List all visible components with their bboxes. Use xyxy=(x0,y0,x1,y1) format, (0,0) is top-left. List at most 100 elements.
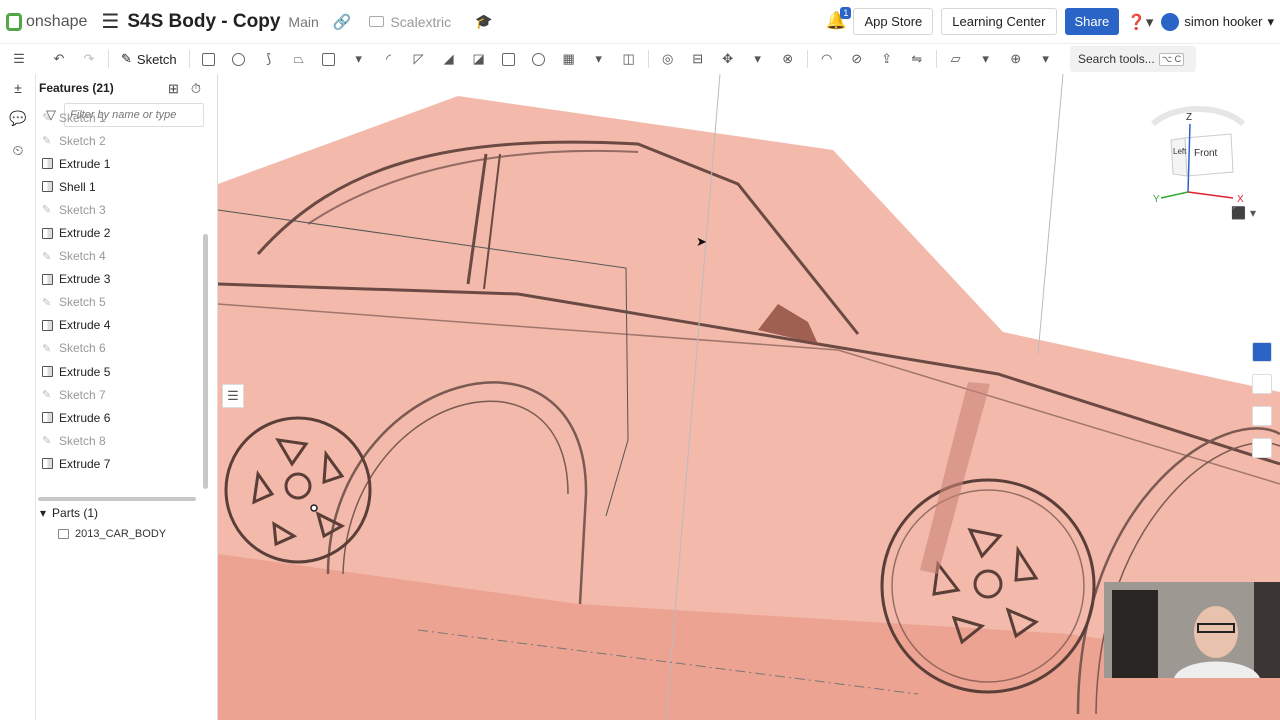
plane-icon[interactable]: ▱ xyxy=(947,51,965,67)
replace-face-icon[interactable]: ⇋ xyxy=(908,51,926,67)
graphics-viewport[interactable]: ☰ Z Front Left X Y ⬛ ▾ ➤ xyxy=(218,74,1280,720)
feature-list-item[interactable]: ✎ Sketch 1 xyxy=(36,106,204,129)
notifications-bell-icon[interactable]: 🔔 1 xyxy=(825,6,852,33)
mirror-icon[interactable]: ◫ xyxy=(620,51,638,67)
learning-cap-icon[interactable]: 🎓 xyxy=(475,13,492,30)
user-menu[interactable]: simon hooker ▾ xyxy=(1161,12,1274,31)
feature-list-item[interactable]: ✎ Sketch 3 xyxy=(36,198,204,221)
feature-list-item[interactable]: Extrude 5 xyxy=(36,360,204,383)
feature-list-item[interactable]: ✎ Sketch 7 xyxy=(36,383,204,406)
configurations-icon[interactable]: ± xyxy=(9,80,27,96)
feature-list-item[interactable]: ✎ Sketch 6 xyxy=(36,337,204,360)
feature-list-item[interactable]: Extrude 7 xyxy=(36,452,204,475)
webcam-overlay xyxy=(1104,582,1280,678)
fillet-icon[interactable]: ◜ xyxy=(380,51,398,67)
feature-list-toggle-icon[interactable]: ☰ xyxy=(10,51,28,67)
chevron-down-icon[interactable]: ▾ xyxy=(350,51,368,67)
app-name: onshape xyxy=(26,12,88,30)
branch-label[interactable]: Main xyxy=(288,14,318,30)
rib-icon[interactable]: ◪ xyxy=(470,51,488,67)
feature-list-item[interactable]: Extrude 1 xyxy=(36,152,204,175)
appearance-panel-icon[interactable] xyxy=(1252,342,1272,362)
thicken-icon[interactable] xyxy=(320,51,338,67)
folder-icon xyxy=(369,16,385,27)
delete-part-icon[interactable]: ⊗ xyxy=(779,51,797,67)
feature-list-expand-icon[interactable]: ☰ xyxy=(222,384,244,408)
feature-list-item[interactable]: Shell 1 xyxy=(36,175,204,198)
add-folder-icon[interactable]: ⊞ xyxy=(168,81,179,97)
feature-icon xyxy=(42,319,53,331)
feature-list-item[interactable]: ✎ Sketch 2 xyxy=(36,129,204,152)
document-title[interactable]: S4S Body - Copy xyxy=(127,11,280,33)
chamfer-icon[interactable]: ◸ xyxy=(410,51,428,67)
split-icon[interactable]: ⊟ xyxy=(689,51,707,67)
chevron-down-icon[interactable]: ▾ xyxy=(1037,51,1055,67)
view-cube-front-label: Front xyxy=(1194,148,1218,159)
shell-icon[interactable] xyxy=(500,51,518,67)
sketch-point xyxy=(310,504,318,512)
chevron-down-icon[interactable]: ▾ xyxy=(590,51,608,67)
feature-list-item[interactable]: Extrude 6 xyxy=(36,406,204,429)
revolve-icon[interactable] xyxy=(230,51,248,67)
help-icon[interactable]: ❓▾ xyxy=(1127,13,1153,31)
y-axis xyxy=(1160,191,1189,199)
sketch-icon: ✎ xyxy=(42,250,52,263)
feature-label: Sketch 4 xyxy=(59,249,106,264)
feature-list-item[interactable]: ✎ Sketch 5 xyxy=(36,291,204,314)
share-button[interactable]: Share xyxy=(1064,8,1120,35)
link-icon[interactable]: 🔗 xyxy=(333,13,352,31)
undo-icon[interactable]: ↶ xyxy=(50,51,68,67)
redo-icon[interactable]: ↷ xyxy=(80,51,98,67)
feature-list-scrollbar[interactable] xyxy=(203,234,208,489)
variables-panel-icon[interactable] xyxy=(1252,438,1272,458)
search-tools-input[interactable]: Search tools... ⌥ C xyxy=(1070,46,1196,72)
feature-list-hscrollbar[interactable] xyxy=(38,497,196,501)
mass-properties-icon[interactable] xyxy=(1252,374,1272,394)
pattern-icon[interactable]: ▦ xyxy=(560,51,578,67)
onshape-app: onshape ☰ S4S Body - Copy Main 🔗 Scalext… xyxy=(0,0,1280,720)
folder-breadcrumb[interactable]: Scalextric xyxy=(369,14,451,30)
z-axis xyxy=(1187,123,1191,193)
learning-center-button[interactable]: Learning Center xyxy=(941,8,1057,35)
feature-list-item[interactable]: ✎ Sketch 4 xyxy=(36,245,204,268)
toolbar-divider xyxy=(188,50,190,68)
search-tools-label: Search tools... xyxy=(1078,52,1155,66)
notifications-badge: 1 xyxy=(840,6,852,19)
sketch-icon: ✎ xyxy=(42,112,52,125)
modify-fillet-icon[interactable]: ◠ xyxy=(818,51,836,67)
properties-panel-icon[interactable] xyxy=(1252,406,1272,426)
feature-list-item[interactable]: Extrude 3 xyxy=(36,268,204,291)
loft-icon[interactable]: ⏢ xyxy=(290,51,308,67)
transform-icon[interactable]: ✥ xyxy=(719,51,737,67)
draft-icon[interactable]: ◢ xyxy=(440,51,458,67)
feature-label: Shell 1 xyxy=(59,179,96,194)
chevron-down-icon: ▾ xyxy=(1249,206,1256,220)
parts-header[interactable]: ▾ Parts (1) xyxy=(36,504,98,522)
part-item[interactable]: 2013_CAR_BODY xyxy=(58,528,166,540)
mate-connector-icon[interactable]: ⊕ xyxy=(1007,51,1025,67)
avatar xyxy=(1161,12,1180,31)
chevron-down-icon[interactable]: ▾ xyxy=(749,51,767,67)
sketch-button[interactable]: ✎ Sketch xyxy=(121,51,177,67)
feature-list-item[interactable]: Extrude 2 xyxy=(36,221,204,244)
hole-icon[interactable] xyxy=(530,51,548,67)
chevron-down-icon[interactable]: ▾ xyxy=(977,51,995,67)
comments-icon[interactable]: 💬 xyxy=(9,110,27,126)
feature-list-item[interactable]: ✎ Sketch 8 xyxy=(36,429,204,452)
move-face-icon[interactable]: ⇪ xyxy=(878,51,896,67)
sketch-icon: ✎ xyxy=(42,296,52,309)
history-icon[interactable]: ⏲ xyxy=(9,142,27,158)
feature-label: Sketch 2 xyxy=(59,133,106,148)
delete-face-icon[interactable]: ⊘ xyxy=(848,51,866,67)
boolean-icon[interactable]: ◎ xyxy=(659,51,677,67)
view-mode-dropdown[interactable]: ⬛ ▾ xyxy=(1231,206,1256,220)
onshape-logo[interactable]: onshape xyxy=(6,12,88,31)
rollback-timer-icon[interactable]: ⏱ xyxy=(191,81,201,97)
sweep-icon[interactable]: ⟆ xyxy=(260,51,278,67)
app-store-button[interactable]: App Store xyxy=(853,8,934,35)
feature-icon xyxy=(42,366,53,378)
toolbar-divider xyxy=(647,50,649,68)
menu-icon[interactable]: ☰ xyxy=(101,9,119,34)
extrude-icon[interactable] xyxy=(200,51,218,67)
feature-list-item[interactable]: Extrude 4 xyxy=(36,314,204,337)
